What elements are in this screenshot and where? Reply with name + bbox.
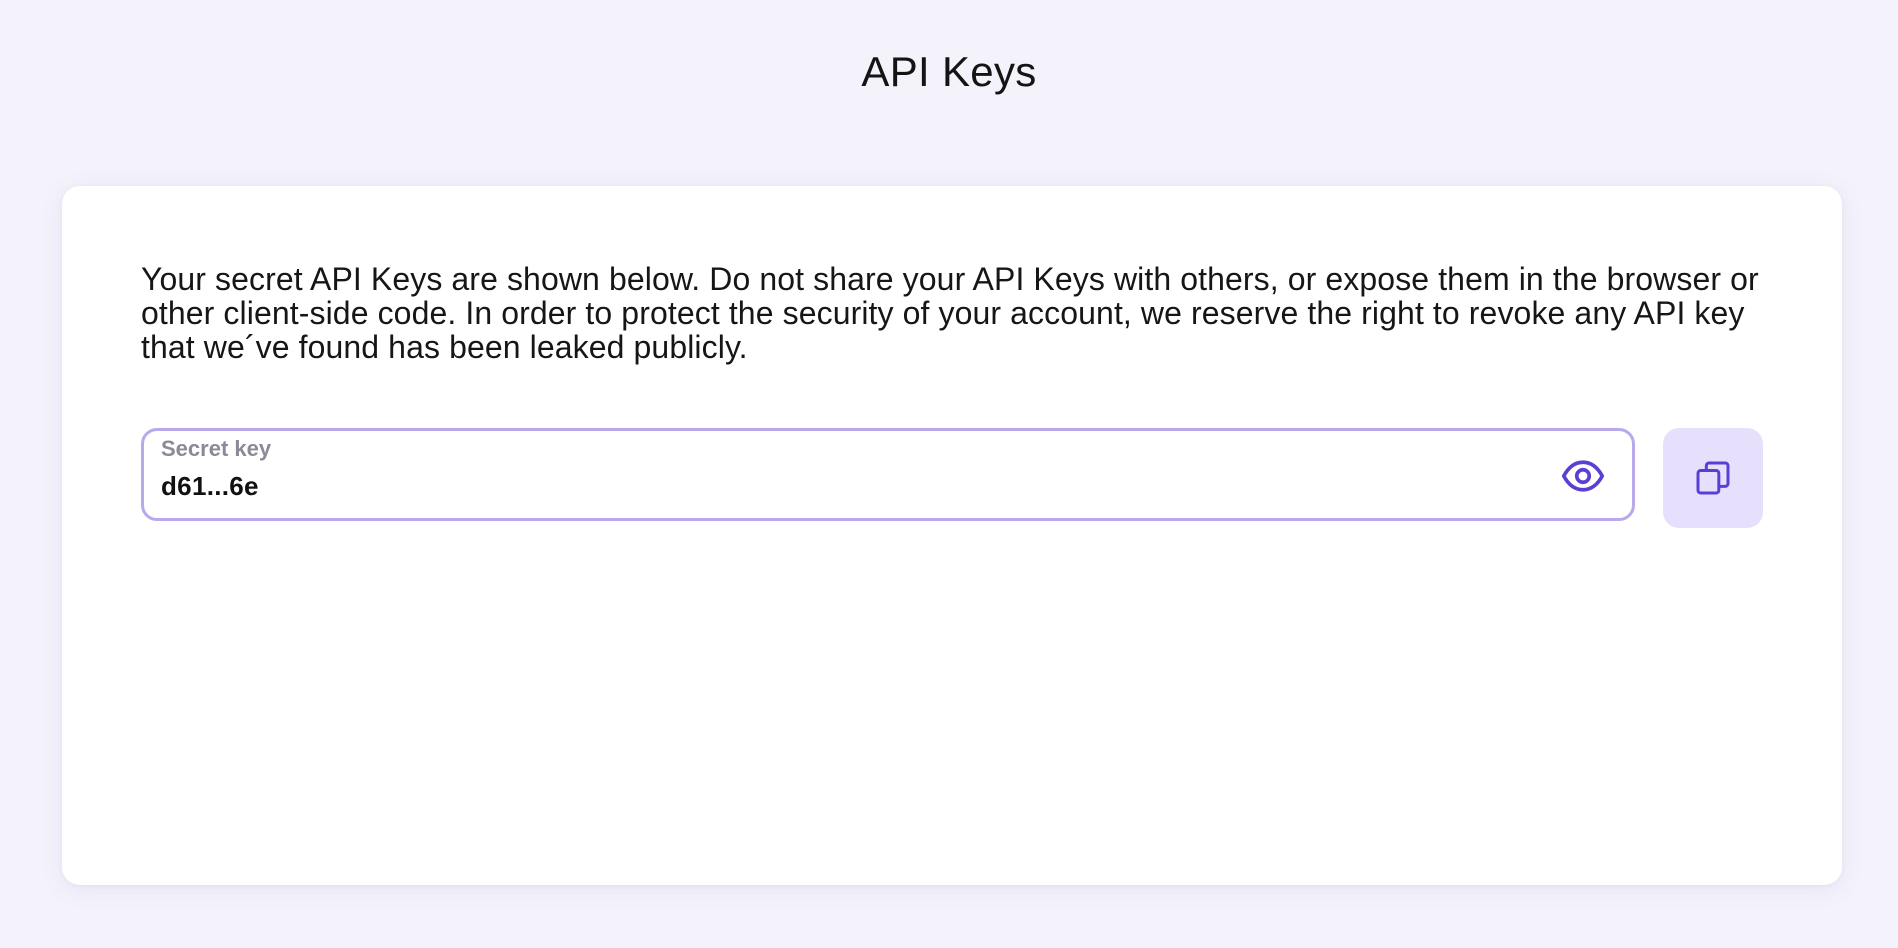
eye-icon [1561,460,1605,492]
secret-key-value[interactable]: d61...6e [161,469,259,503]
page-title: API Keys [861,48,1037,96]
toggle-visibility-button[interactable] [1560,453,1606,499]
api-keys-description: Your secret API Keys are shown below. Do… [141,261,1759,365]
copy-icon [1696,461,1730,495]
api-keys-card: Your secret API Keys are shown below. Do… [62,186,1842,885]
secret-key-field[interactable]: Secret key d61...6e [141,428,1635,521]
secret-key-label: Secret key [161,436,272,461]
copy-key-button[interactable] [1663,428,1763,528]
